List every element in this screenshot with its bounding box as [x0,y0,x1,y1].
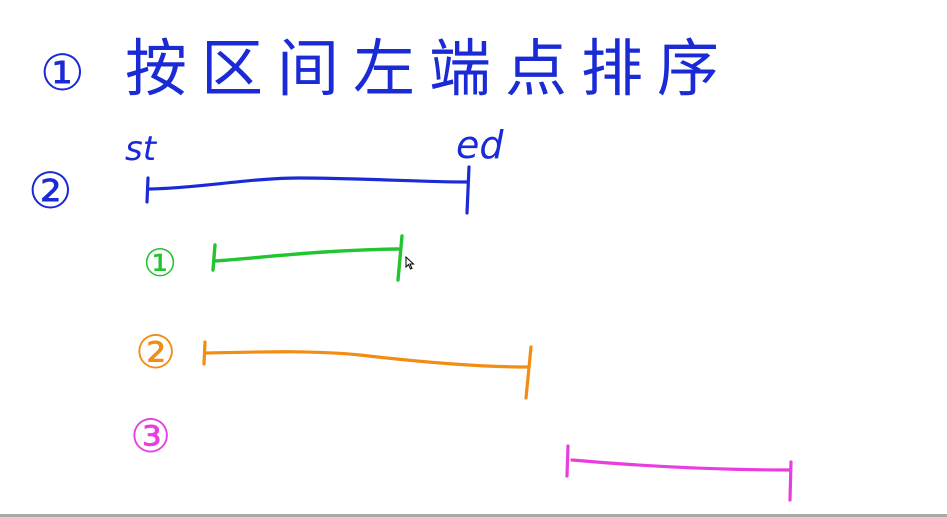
case-1-marker: ① [143,241,177,285]
end-label: ed [456,123,504,167]
heading-marker: ① [40,44,85,102]
case-2-marker: ② [135,325,176,379]
main-interval-marker: ② [28,162,73,220]
case-2-line [202,340,533,400]
case-1-line [211,234,404,282]
heading-text: 按区间左端点排序 [125,32,733,105]
ink-layer: ① 按区间左端点排序 st ed ② ① ② ③ [28,32,793,502]
main-interval-line [145,165,471,215]
whiteboard-canvas[interactable]: ① 按区间左端点排序 st ed ② ① ② ③ [0,0,947,517]
mouse-pointer-icon [405,256,415,270]
case-3-line [565,444,793,502]
start-label: st [125,129,158,169]
case-3-marker: ③ [130,409,171,463]
